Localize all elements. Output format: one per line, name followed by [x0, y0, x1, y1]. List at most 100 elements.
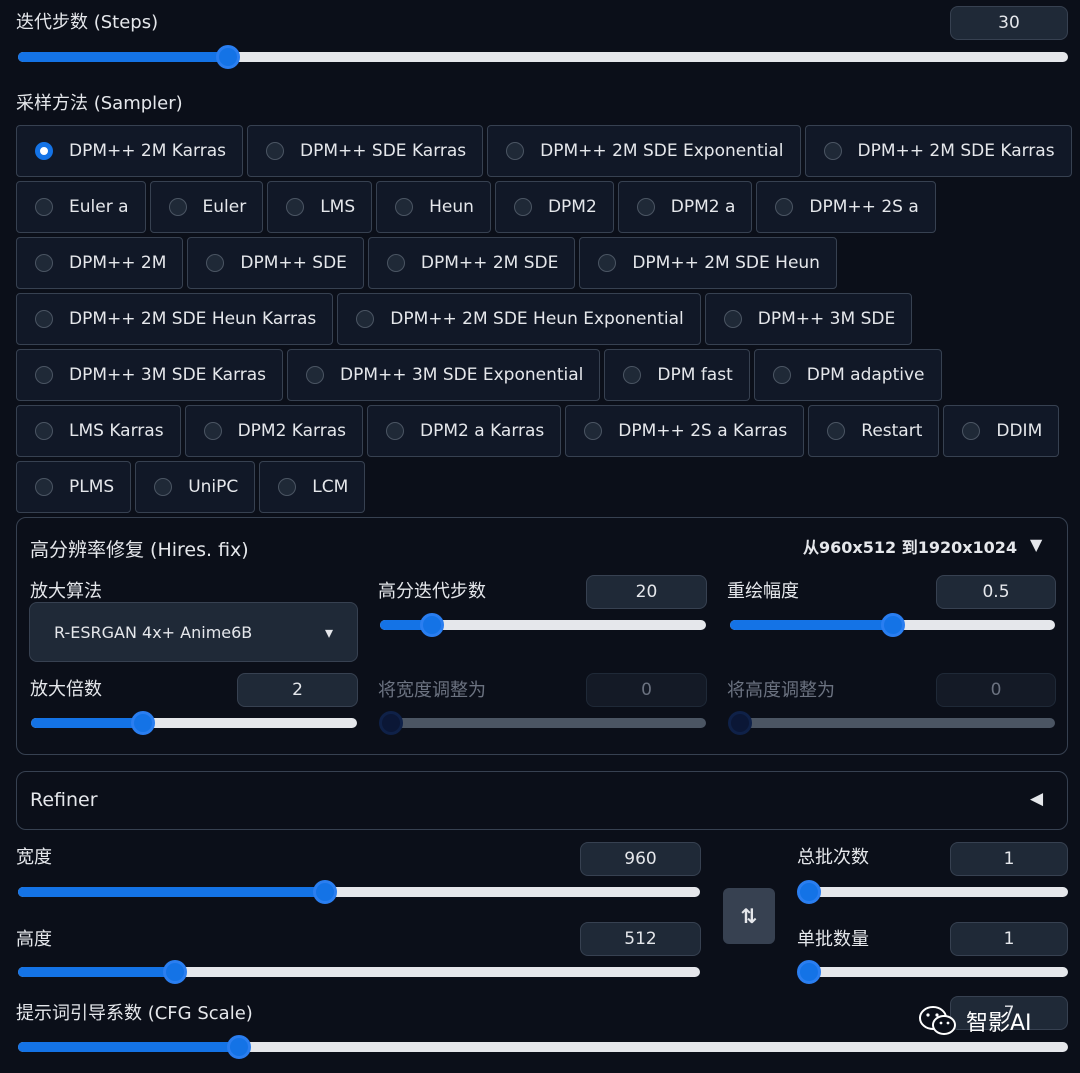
slider-thumb[interactable] [880, 613, 905, 637]
resize-height-slider[interactable] [728, 711, 1055, 735]
expand-triangle-icon[interactable]: ▼ [1030, 535, 1042, 554]
upscaler-select[interactable]: R-ESRGAN 4x+ Anime6B ▾ [29, 602, 358, 662]
sampler-option[interactable]: DPM2 a [617, 181, 753, 233]
height-slider[interactable] [18, 960, 700, 984]
sampler-option[interactable]: LMS Karras [16, 405, 181, 457]
sampler-option[interactable]: DPM++ 2M SDE Karras [804, 125, 1072, 177]
radio-button-icon[interactable] [598, 254, 617, 272]
slider-thumb[interactable] [420, 613, 445, 637]
slider-thumb[interactable] [216, 45, 240, 69]
sampler-option[interactable]: DPM2 [494, 181, 614, 233]
slider-thumb[interactable] [379, 711, 403, 735]
denoise-input[interactable]: 0.5 [936, 575, 1056, 609]
radio-button-icon[interactable] [395, 198, 414, 216]
radio-button-icon[interactable] [306, 366, 325, 384]
radio-button-icon[interactable] [513, 198, 532, 216]
batch-count-input[interactable]: 1 [950, 842, 1068, 876]
sampler-option[interactable]: DPM++ 2S a [756, 181, 936, 233]
refiner-panel[interactable] [16, 771, 1068, 830]
radio-button-icon[interactable] [723, 310, 742, 328]
sampler-option[interactable]: DPM++ 2M SDE [367, 237, 576, 289]
refiner-title[interactable]: Refiner [30, 789, 98, 811]
batch-count-slider[interactable] [797, 880, 1068, 904]
radio-button-icon[interactable] [168, 198, 187, 216]
resize-height-input[interactable]: 0 [936, 673, 1056, 707]
radio-button-icon[interactable] [775, 198, 794, 216]
radio-button-icon[interactable] [506, 142, 525, 160]
sampler-option[interactable]: Euler [149, 181, 264, 233]
denoise-slider[interactable] [730, 613, 1055, 637]
steps-slider[interactable] [18, 45, 1068, 69]
sampler-option[interactable]: DPM++ 2M SDE Heun Exponential [337, 293, 701, 345]
sampler-option[interactable]: DPM++ SDE [187, 237, 364, 289]
slider-thumb[interactable] [131, 711, 156, 735]
steps-input[interactable]: 30 [950, 6, 1068, 40]
slider-thumb[interactable] [797, 960, 821, 984]
radio-button-icon[interactable] [386, 422, 405, 440]
radio-button-icon[interactable] [286, 198, 305, 216]
width-input[interactable]: 960 [580, 842, 701, 876]
radio-button-icon[interactable] [206, 254, 225, 272]
radio-button-icon[interactable] [154, 478, 173, 496]
sampler-option[interactable]: DPM++ 2M SDE Heun Karras [16, 293, 334, 345]
resize-width-input[interactable]: 0 [586, 673, 707, 707]
sampler-option[interactable]: DDIM [943, 405, 1060, 457]
radio-button-icon[interactable] [35, 254, 53, 272]
sampler-option[interactable]: Restart [808, 405, 940, 457]
slider-thumb[interactable] [797, 880, 821, 904]
sampler-option[interactable]: DPM fast [604, 349, 750, 401]
radio-button-icon[interactable] [962, 422, 981, 440]
sampler-option[interactable]: DPM++ 3M SDE [704, 293, 913, 345]
radio-button-icon[interactable] [203, 422, 222, 440]
sampler-option[interactable]: DPM2 Karras [184, 405, 364, 457]
radio-button-icon[interactable] [823, 142, 842, 160]
sampler-option[interactable]: DPM adaptive [753, 349, 942, 401]
radio-button-icon[interactable] [356, 310, 375, 328]
hires-fix-title[interactable]: 高分辨率修复 (Hires. fix) [30, 535, 249, 562]
radio-button-icon[interactable] [584, 422, 603, 440]
batch-size-slider[interactable] [797, 960, 1068, 984]
batch-size-input[interactable]: 1 [950, 922, 1068, 956]
sampler-option[interactable]: PLMS [16, 461, 132, 513]
radio-button-icon[interactable] [636, 198, 655, 216]
sampler-option[interactable]: DPM++ 2M SDE Exponential [487, 125, 801, 177]
sampler-option[interactable]: LMS [267, 181, 373, 233]
sampler-option[interactable]: DPM2 a Karras [367, 405, 562, 457]
radio-button-icon[interactable] [827, 422, 846, 440]
radio-button-icon[interactable] [35, 478, 53, 496]
slider-thumb[interactable] [162, 960, 187, 984]
sampler-option[interactable]: LCM [259, 461, 366, 513]
radio-button-icon[interactable] [278, 478, 297, 496]
sampler-option[interactable]: Heun [376, 181, 491, 233]
sampler-option[interactable]: DPM++ 2S a Karras [565, 405, 805, 457]
sampler-option[interactable]: DPM++ 2M Karras [16, 125, 244, 177]
sampler-option[interactable]: DPM++ 3M SDE Karras [16, 349, 284, 401]
sampler-option[interactable]: DPM++ 2M SDE Heun [579, 237, 837, 289]
sampler-option[interactable]: DPM++ 3M SDE Exponential [287, 349, 601, 401]
slider-thumb[interactable] [728, 711, 752, 735]
radio-button-icon[interactable] [386, 254, 405, 272]
cfg-scale-slider[interactable] [18, 1035, 1068, 1059]
radio-button-icon[interactable] [266, 142, 285, 160]
radio-button-icon[interactable] [35, 366, 53, 384]
radio-button-icon[interactable] [772, 366, 791, 384]
resize-width-slider[interactable] [379, 711, 706, 735]
slider-thumb[interactable] [312, 880, 337, 904]
width-slider[interactable] [18, 880, 700, 904]
radio-button-icon[interactable] [35, 310, 53, 328]
radio-button-icon[interactable] [35, 198, 53, 216]
upscale-by-slider[interactable] [31, 711, 357, 735]
height-input[interactable]: 512 [580, 922, 701, 956]
slider-thumb[interactable] [226, 1035, 251, 1059]
sampler-option[interactable]: DPM++ SDE Karras [247, 125, 484, 177]
sampler-option[interactable]: Euler a [16, 181, 146, 233]
hires-steps-slider[interactable] [380, 613, 706, 637]
radio-button-icon[interactable] [35, 142, 53, 160]
upscale-by-input[interactable]: 2 [237, 673, 358, 707]
sampler-option[interactable]: DPM++ 2M [16, 237, 184, 289]
collapse-triangle-icon[interactable]: ◀ [1030, 789, 1043, 809]
radio-button-icon[interactable] [35, 422, 53, 440]
swap-dimensions-button[interactable]: ⇅ [723, 888, 775, 944]
hires-steps-input[interactable]: 20 [586, 575, 707, 609]
radio-button-icon[interactable] [623, 366, 642, 384]
